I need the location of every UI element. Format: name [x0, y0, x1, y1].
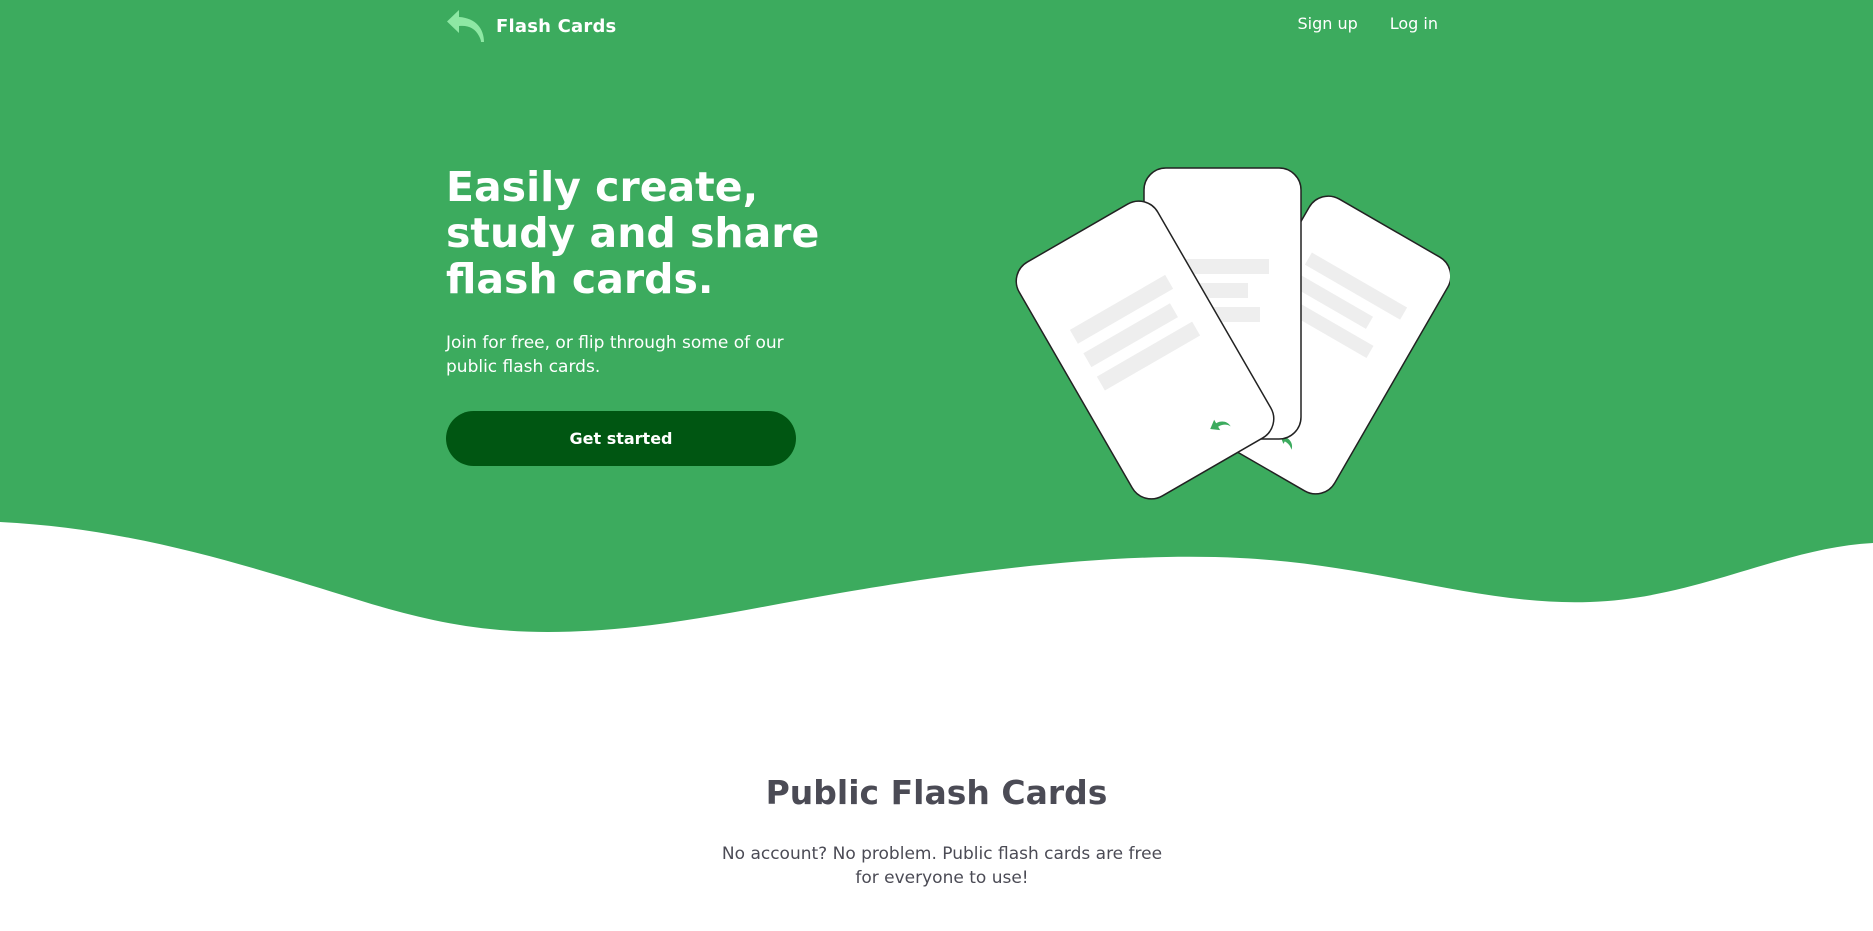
public-section-title: Public Flash Cards	[765, 773, 1108, 812]
public-section-description: No account? No problem. Public flash car…	[721, 844, 1163, 888]
top-navigation: Flash Cards Sign up Log in	[446, 0, 1438, 52]
hero-wave-background	[0, 0, 1873, 632]
brand-name: Flash Cards	[496, 15, 617, 37]
signup-link[interactable]: Sign up	[1297, 14, 1357, 33]
hero-subheadline: Join for free, or flip through some of o…	[446, 333, 784, 377]
brand-logo-link[interactable]: Flash Cards	[446, 8, 616, 44]
login-link[interactable]: Log in	[1390, 14, 1438, 33]
flash-cards-illustration	[1015, 167, 1450, 500]
back-arrow-icon	[447, 10, 484, 42]
hero-section: Flash Cards Sign up Log in Easily create…	[0, 0, 1873, 640]
get-started-button[interactable]: Get started	[446, 411, 796, 466]
nav-links: Sign up Log in	[1297, 14, 1438, 33]
hero-headline: Easily create, study and share flash car…	[446, 163, 820, 303]
